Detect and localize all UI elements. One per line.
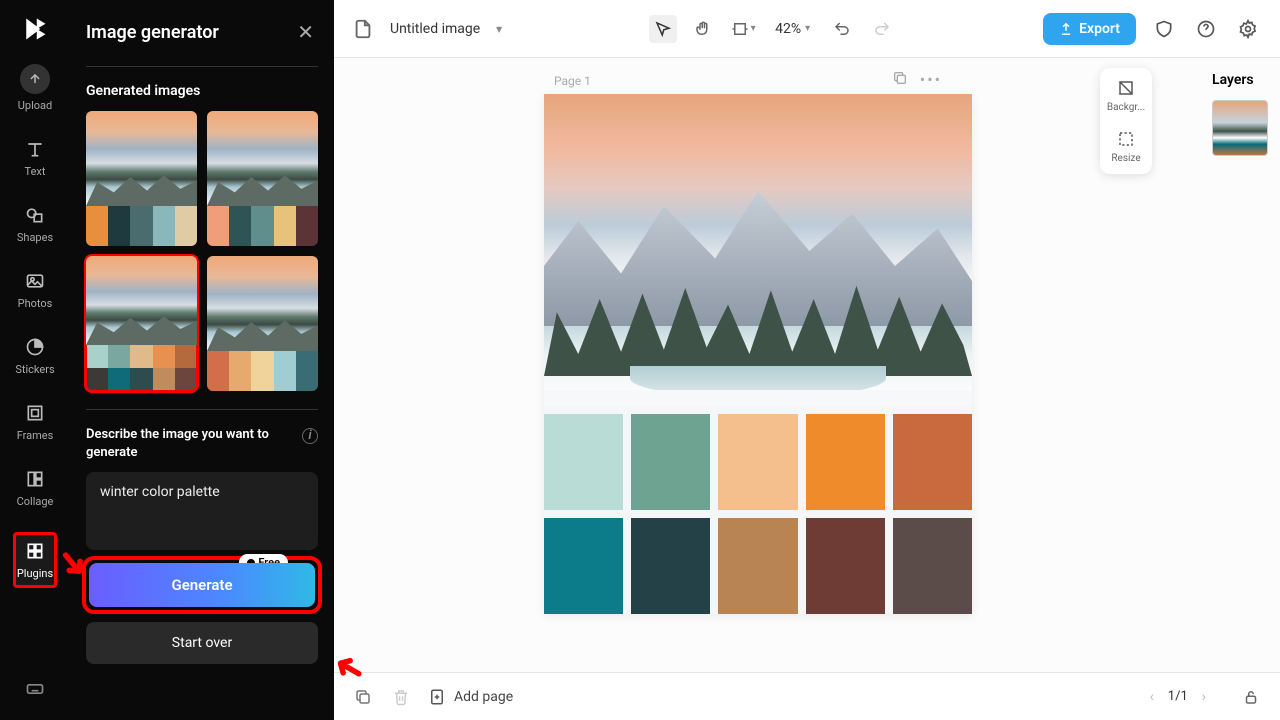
swatch <box>544 518 623 614</box>
photos-icon <box>24 270 46 292</box>
topbar: Untitled image ▾ ▾ 42% ▾ Export <box>334 0 1280 58</box>
bottom-bar: Add page ‹ 1/1 › <box>334 672 1280 720</box>
rail-stickers[interactable]: Stickers <box>15 336 54 376</box>
add-page-icon <box>428 688 446 706</box>
document-icon[interactable] <box>352 18 374 40</box>
rail-shapes[interactable]: Shapes <box>17 204 53 244</box>
shield-icon[interactable] <box>1150 15 1178 43</box>
palette-swatches <box>544 406 972 614</box>
app-logo[interactable] <box>20 14 50 44</box>
redo-button[interactable] <box>868 15 896 43</box>
swatch <box>544 414 623 510</box>
collage-icon <box>24 468 46 490</box>
rail-label: Shapes <box>17 231 53 244</box>
frames-icon <box>24 402 46 424</box>
crop-tool[interactable]: ▾ <box>729 15 757 43</box>
layers-panel: Layers <box>1204 58 1280 672</box>
rail-label: Frames <box>17 429 54 442</box>
rail-label: Photos <box>18 297 53 310</box>
prev-page[interactable]: ‹ <box>1150 689 1154 705</box>
swatch <box>893 518 972 614</box>
rail-label: Plugins <box>17 567 53 580</box>
generated-thumbnails <box>86 111 318 391</box>
swatch <box>893 414 972 510</box>
generated-images-label: Generated images <box>86 83 318 99</box>
stickers-icon <box>24 336 46 358</box>
layer-thumb[interactable] <box>1212 100 1268 156</box>
info-icon[interactable]: i <box>302 428 318 444</box>
rail-text[interactable]: Text <box>24 138 46 178</box>
generated-thumb-1[interactable] <box>86 111 197 246</box>
next-page[interactable]: › <box>1202 689 1206 705</box>
background-icon <box>1116 78 1136 98</box>
add-page-button[interactable]: Add page <box>428 688 513 706</box>
page-indicator: 1/1 <box>1168 689 1188 704</box>
background-tool[interactable]: Backgr... <box>1107 78 1145 113</box>
delete-icon[interactable] <box>390 686 412 708</box>
help-icon[interactable] <box>1192 15 1220 43</box>
left-rail: Upload Text Shapes Photos Stickers Frame… <box>0 0 70 720</box>
resize-tool[interactable]: Resize <box>1111 129 1140 164</box>
canvas-float-tools: Backgr... Resize <box>1100 68 1152 174</box>
pager: ‹ 1/1 › <box>1150 686 1262 708</box>
describe-label: Describe the image you want to generate … <box>86 426 318 462</box>
lock-icon[interactable] <box>1240 686 1262 708</box>
divider <box>86 66 318 67</box>
plugins-icon <box>24 540 46 562</box>
artboard[interactable] <box>544 94 972 614</box>
generate-button[interactable]: Generate <box>89 563 315 607</box>
swatch <box>806 414 885 510</box>
divider <box>86 409 318 410</box>
pointer-tool[interactable] <box>649 15 677 43</box>
rail-plugins[interactable]: Plugins <box>15 534 55 586</box>
keyboard-icon <box>24 678 46 700</box>
resize-icon <box>1116 129 1136 149</box>
duplicate-icon[interactable] <box>352 686 374 708</box>
rail-label: Upload <box>18 99 52 112</box>
undo-button[interactable] <box>828 15 856 43</box>
layers-title: Layers <box>1212 72 1272 88</box>
prompt-input[interactable]: winter color palette <box>86 472 318 550</box>
generated-thumb-4[interactable] <box>207 256 318 391</box>
canvas[interactable]: Page 1 ••• <box>334 58 1204 672</box>
zoom-level[interactable]: 42% ▾ <box>775 21 810 37</box>
page-more-icon[interactable]: ••• <box>920 70 942 89</box>
rail-collage[interactable]: Collage <box>17 468 54 508</box>
upload-icon <box>20 64 50 94</box>
swatch <box>718 518 797 614</box>
generated-thumb-3[interactable] <box>86 256 197 391</box>
settings-icon[interactable] <box>1234 15 1262 43</box>
swatch <box>631 518 710 614</box>
panel-title: Image generator <box>86 22 219 43</box>
export-icon <box>1059 22 1073 36</box>
swatch <box>806 518 885 614</box>
export-button[interactable]: Export <box>1043 13 1136 45</box>
rail-upload[interactable]: Upload <box>18 64 52 112</box>
generate-wrap: Free Generate <box>86 560 318 610</box>
generated-thumb-2[interactable] <box>207 111 318 246</box>
generated-image-preview <box>544 94 972 406</box>
rail-label: Collage <box>17 495 54 508</box>
text-icon <box>24 138 46 160</box>
duplicate-page-icon[interactable] <box>892 70 908 89</box>
start-over-button[interactable]: Start over <box>86 622 318 664</box>
main-area: Untitled image ▾ ▾ 42% ▾ Export Page 1 • <box>334 0 1280 720</box>
rail-label: Text <box>25 165 46 178</box>
rail-label: Stickers <box>15 363 54 376</box>
swatch <box>631 414 710 510</box>
close-panel-button[interactable]: ✕ <box>293 16 318 48</box>
rail-photos[interactable]: Photos <box>18 270 53 310</box>
shapes-icon <box>24 204 46 226</box>
hand-tool[interactable] <box>689 15 717 43</box>
document-name[interactable]: Untitled image <box>390 21 480 37</box>
image-generator-panel: Image generator ✕ Generated images Descr… <box>70 0 334 720</box>
swatch <box>718 414 797 510</box>
doc-menu-chevron[interactable]: ▾ <box>496 22 502 36</box>
rail-frames[interactable]: Frames <box>17 402 54 442</box>
rail-bottom[interactable] <box>24 678 46 700</box>
page-label: Page 1 <box>554 74 591 88</box>
